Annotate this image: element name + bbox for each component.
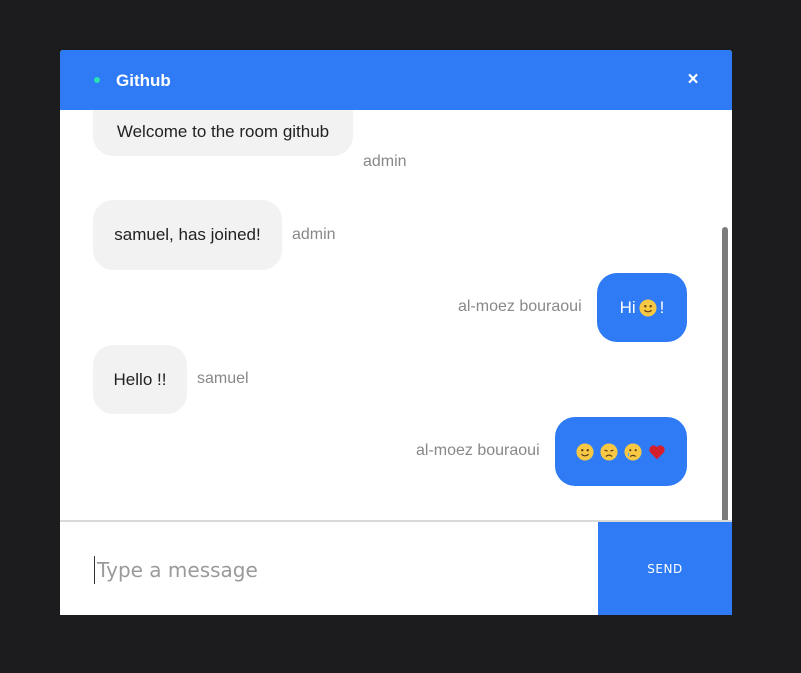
message-text: Hi xyxy=(619,297,636,317)
message-sender: samuel xyxy=(197,370,249,387)
message-text: samuel, has joined! xyxy=(114,225,261,244)
message-composer xyxy=(60,522,598,615)
message-sender: admin xyxy=(292,226,336,243)
chat-window: Github × Welcome to the room github admi… xyxy=(60,50,732,615)
chat-header: Github × xyxy=(60,50,732,110)
online-status-dot xyxy=(94,77,100,83)
message-list[interactable]: Welcome to the room github admin samuel,… xyxy=(60,110,732,520)
close-button[interactable]: × xyxy=(682,68,704,92)
message-text: Welcome to the room github xyxy=(116,122,330,141)
message-sender: al-moez bouraoui xyxy=(416,442,540,459)
message-bubble: Hello !! xyxy=(93,345,187,414)
message-sender: admin xyxy=(363,153,407,170)
slightly-smiling-face-icon xyxy=(576,442,594,461)
message-bubble: Hi ! xyxy=(597,273,687,342)
message-sender: al-moez bouraoui xyxy=(458,298,582,315)
crying-face-icon xyxy=(624,442,642,461)
messages-scrollbar[interactable] xyxy=(722,227,728,520)
message-text: ! xyxy=(659,297,665,317)
slightly-smiling-face-icon xyxy=(639,298,657,317)
message-input[interactable] xyxy=(94,556,579,584)
message-bubble: Welcome to the room github xyxy=(93,110,353,156)
red-heart-icon xyxy=(648,443,666,461)
message-bubble xyxy=(555,417,687,486)
send-button[interactable]: SEND xyxy=(598,522,732,615)
room-title: Github xyxy=(116,71,171,90)
message-bubble: samuel, has joined! xyxy=(93,200,282,270)
disappointed-face-icon xyxy=(600,442,618,461)
message-text: Hello !! xyxy=(113,369,167,389)
